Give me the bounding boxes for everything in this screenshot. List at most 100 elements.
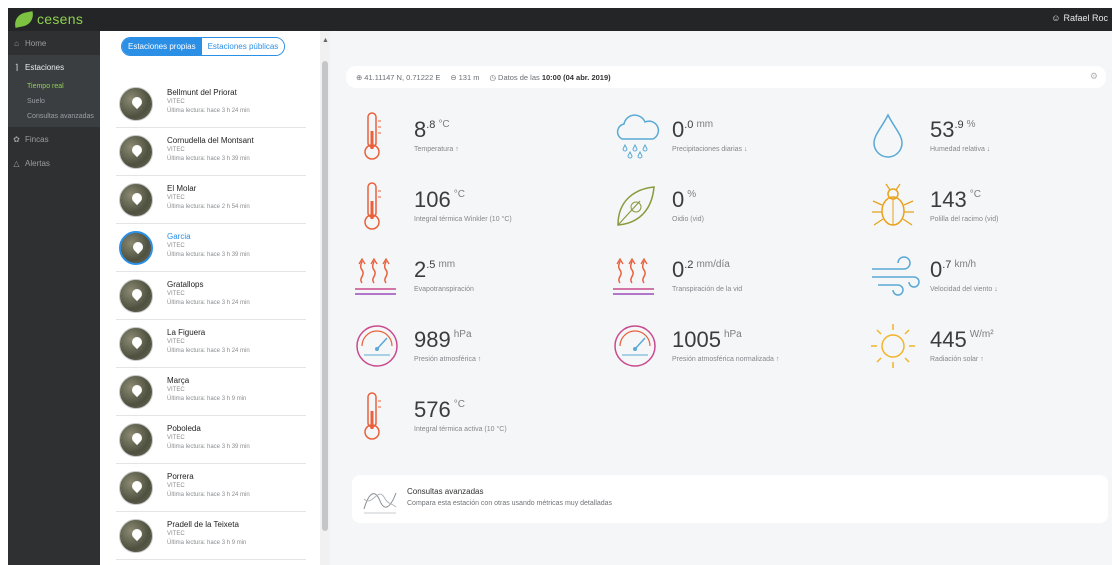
advanced-queries-card[interactable]: Consultas avanzadas Compara esta estació… [352,475,1108,523]
station-thumbnail [119,519,153,553]
metric-precipitaciones[interactable]: 0.0 mm Precipitaciones diarias ↓ [610,111,860,167]
station-item[interactable]: La Figuera VITEC Última lectura: hace 3 h … [116,320,306,368]
value-int: 106 [414,187,451,212]
user-name: Rafael Roc [1063,13,1108,23]
station-item[interactable]: El Molar VITEC Última lectura: hace 2 h 54… [116,176,306,224]
station-list-panel: Estaciones propias Estaciones públicas B… [100,31,320,565]
wind-icon [872,256,920,296]
water-drop-icon [873,113,903,158]
metric-label: Integral térmica Winkler (10 °C) [414,216,512,223]
nav-sub-consultas[interactable]: Consultas avanzadas [8,109,100,124]
station-item[interactable]: Cornudella del Montsant VITEC Última lectu… [116,128,306,176]
metric-evapotranspiracion[interactable]: 2.5 mm Evapotranspiración [352,251,602,307]
station-last-reading: Última lectura: hace 3 h 9 min [167,396,247,402]
value-unit: hPa [723,329,742,340]
altitude-icon: ⊖ [450,72,457,82]
thermometer-icon [364,392,381,440]
station-thumbnail [119,279,153,313]
metric-humedad[interactable]: 53.9% Humedad relativa ↓ [868,111,1112,167]
station-item[interactable]: Porrera VITEC Última lectura: hace 3 h 24 … [116,464,306,512]
metric-polilla[interactable]: 143 °C Polilla del racimo (vid) [868,181,1112,237]
nav-estaciones[interactable]: ⌉ Estaciones [8,55,100,79]
station-thumbnail [119,87,153,121]
sun-icon [871,324,915,368]
station-org: VITEC [167,435,185,441]
value-unit: % [687,189,697,200]
metric-oidio[interactable]: 0% Oidio (vid) [610,181,860,237]
station-name: Porrera [167,472,194,481]
scroll-up-arrow-icon[interactable]: ▲ [322,37,329,44]
station-name: Cornudella del Montsant [167,136,254,145]
station-item[interactable]: Poboleda VITEC Última lectura: hace 3 h 39… [116,416,306,464]
metric-value: 0.0 mm [672,117,713,143]
settings-gear-icon[interactable]: ⚙ [1090,71,1098,82]
nav-sub-suelo[interactable]: Suelo [8,94,100,109]
value-unit: W/m² [969,329,994,340]
tab-public-stations[interactable]: Estaciones públicas [201,38,285,55]
metric-viento[interactable]: 0.7 km/h Velocidad del viento ↓ [868,251,1112,307]
metric-presion-normalizada[interactable]: 1005 hPa Presión atmosférica normalizada … [610,321,860,377]
metric-termica-activa[interactable]: 576 °C Integral térmica activa (10 °C) [352,391,602,447]
value-int: 989 [414,327,451,352]
nav-alertas[interactable]: △ Alertas [8,151,100,175]
metric-label: Evapotranspiración [414,286,474,293]
metric-value: 576 °C [414,397,465,423]
metric-value: 143 °C [930,187,981,213]
station-org: VITEC [167,99,185,105]
nav-sub-tiempo-real[interactable]: Tiempo real [8,79,100,94]
metric-label: Radiación solar ↑ [930,356,984,363]
metric-radiacion[interactable]: 445 W/m² Radiación solar ↑ [868,321,1112,377]
station-name: Pradell de la Teixeta [167,520,239,529]
app-window: cesens ☺ Rafael Roc ⌂ Home ⌉ Estaciones … [8,8,1112,565]
data-time-prefix: Datos de las [498,72,540,82]
leaf-icon: ✿ [13,134,20,144]
bell-icon: △ [13,158,20,168]
value-dec: .8 [426,119,436,131]
sidebar: ⌂ Home ⌉ Estaciones Tiempo real Suelo Co… [8,31,100,565]
value-int: 8 [414,117,427,142]
nav-fincas[interactable]: ✿ Fincas [8,127,100,151]
station-item[interactable]: Marça VITEC Última lectura: hace 3 h 9 min [116,368,306,416]
scrollbar-thumb[interactable] [322,61,328,531]
metric-transpiracion[interactable]: 0.2 mm/día Transpiración de la vid [610,251,860,307]
user-menu[interactable]: ☺ Rafael Roc [1051,13,1108,23]
value-int: 2 [414,257,427,282]
metric-label: Presión atmosférica ↑ [414,356,482,363]
value-unit: mm/día [696,259,730,270]
evaporation-icon [355,257,396,295]
nav-fincas-label: Fincas [25,134,49,144]
station-thumbnail [119,375,153,409]
metric-value: 989 hPa [414,327,472,353]
metric-value: 1005 hPa [672,327,742,353]
logo[interactable]: cesens [12,10,83,28]
value-int: 576 [414,397,451,422]
value-int: 143 [930,187,967,212]
metric-label: Polilla del racimo (vid) [930,216,999,223]
value-unit: mm [696,119,714,130]
leaf-logo-icon [12,10,36,28]
station-list-scrollbar[interactable]: ▲ [320,31,330,565]
value-dec: .9 [954,119,964,131]
value-unit: °C [438,119,450,130]
data-time-value: 10:00 (04 abr. 2019) [541,72,611,82]
station-item-selected[interactable]: Garcia VITEC Última lectura: hace 3 h 39 m… [116,224,306,272]
metric-winkler[interactable]: 106 °C Integral térmica Winkler (10 °C) [352,181,602,237]
station-org: VITEC [167,291,185,297]
altitude: 131 m [458,72,480,82]
station-item[interactable]: Pradell de la Teixeta VITEC Última lectura… [116,512,306,560]
metric-temperatura[interactable]: 8.8 °C Temperatura ↑ [352,111,602,167]
tab-own-stations[interactable]: Estaciones propias [122,38,202,55]
station-icon: ⌉ [14,62,19,72]
nav-alertas-label: Alertas [25,158,50,168]
station-item[interactable]: Bellmunt del Priorat VITEC Última lectura:… [116,80,306,128]
station-last-reading: Última lectura: hace 2 h 54 min [167,204,250,210]
metric-presion[interactable]: 989 hPa Presión atmosférica ↑ [352,321,602,377]
transpiration-icon [613,257,654,295]
station-org: VITEC [167,531,185,537]
station-thumbnail [119,423,153,457]
station-item[interactable]: Gratallops VITEC Última lectura: hace 3 h … [116,272,306,320]
station-last-reading: Última lectura: hace 3 h 24 min [167,492,250,498]
nav-home[interactable]: ⌂ Home [8,31,100,55]
coordinates: 41.11147 N, 0.71222 E [364,72,441,82]
station-thumbnail [119,231,153,265]
